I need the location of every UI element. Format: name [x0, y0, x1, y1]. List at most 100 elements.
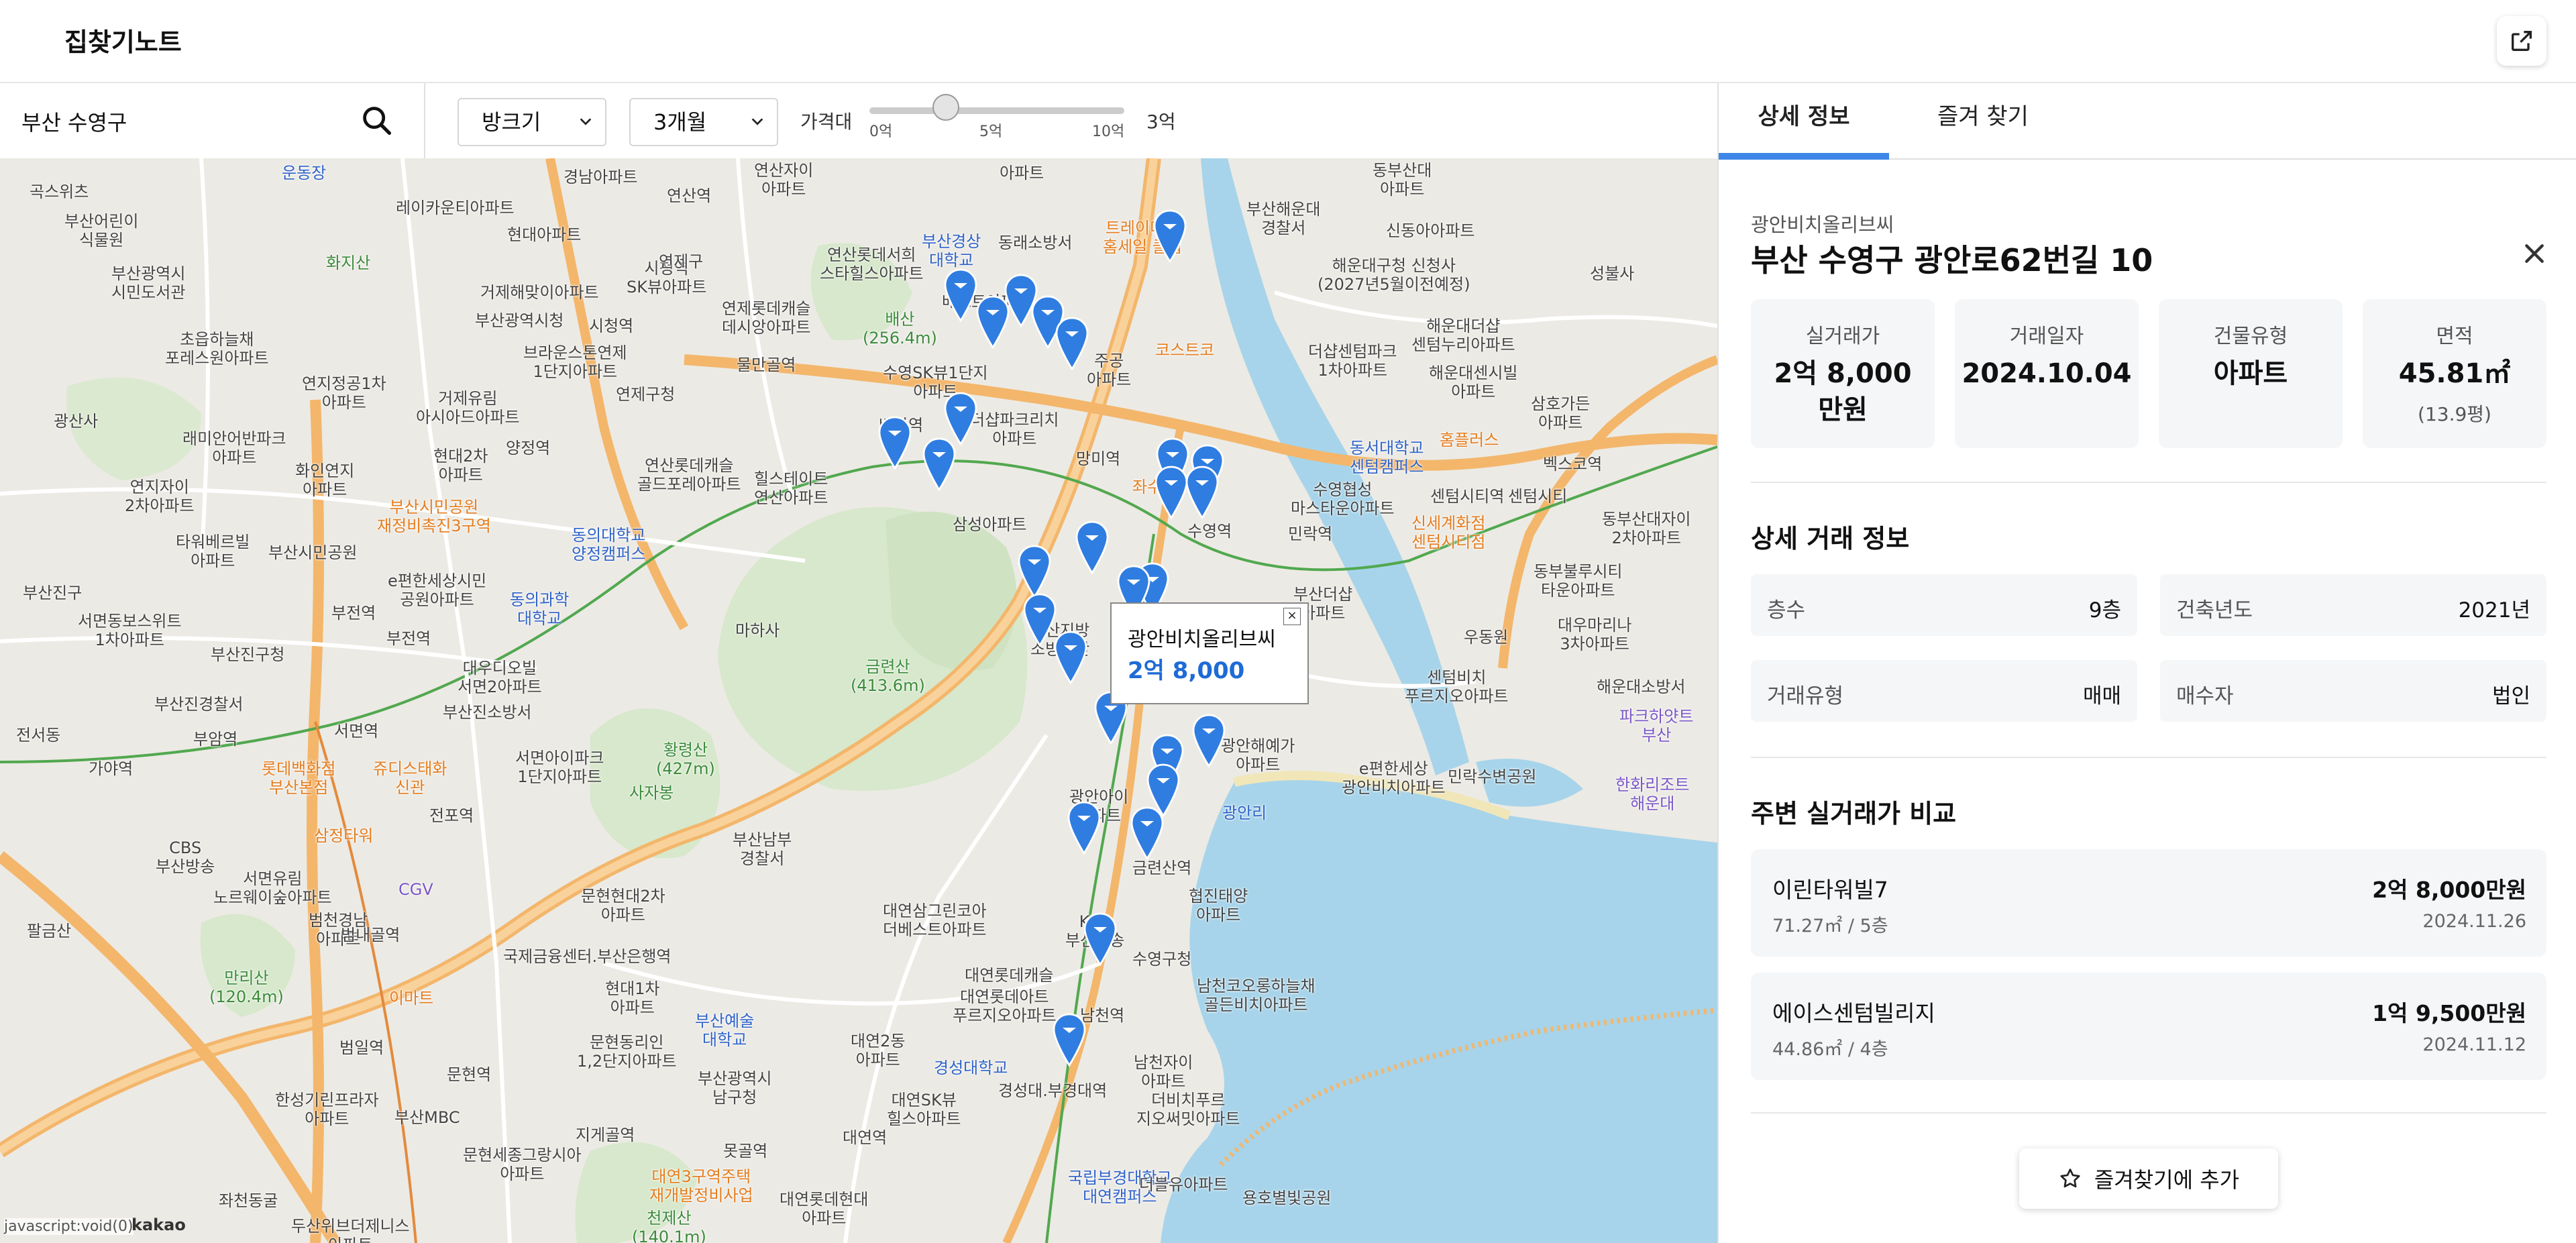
section-divider — [1751, 482, 2546, 483]
map-place-label: 레이카운티아파트 — [396, 199, 515, 217]
map-place-label: 서면유림 노르웨이숲아파트 — [213, 869, 332, 907]
detail-trade-type: 거래유형 매매 — [1751, 660, 2137, 722]
map-place-label: 부산시민공원 — [268, 543, 358, 562]
map-pin-icon[interactable] — [943, 268, 978, 322]
section-divider — [1751, 757, 2546, 758]
comparison-meta: 71.27㎡ / 5층 — [1772, 916, 1888, 936]
map-pin-icon[interactable] — [975, 295, 1010, 349]
map-info-window[interactable]: 광안비치올리브씨 2억 8,000 × — [1110, 602, 1309, 704]
comparison-date: 2024.11.26 — [2422, 911, 2526, 932]
map-place-label: e편한세상시민 공원아파트 — [388, 572, 487, 609]
info-window-close-button[interactable]: × — [1283, 608, 1301, 625]
map-pin-icon[interactable] — [1017, 545, 1052, 598]
map-place-label: 부암역 — [193, 730, 238, 749]
map-place-label: 경성대학교 — [934, 1059, 1008, 1077]
detail-panel: 상세 정보 즐겨 찾기 광안비치올리브씨 부산 수영구 광안로62번길 10 실… — [1717, 83, 2576, 1243]
map-place-label: 센텀시티역 — [1430, 487, 1505, 506]
map-place-label: 대연역 — [843, 1128, 888, 1147]
comparison-date: 2024.11.12 — [2422, 1034, 2526, 1055]
map-place-label: 연산자이 아파트 — [754, 161, 814, 199]
map-place-label: 물만골역 — [737, 356, 796, 374]
map-pin-icon[interactable] — [1055, 317, 1089, 370]
map-place-label: 부산어린이 식물원 — [64, 212, 139, 250]
property-name: 광안비치올리브씨 — [1751, 213, 1894, 236]
add-favorite-label: 즐겨찾기에 추가 — [2094, 1167, 2240, 1193]
map-pin-icon[interactable] — [1152, 209, 1187, 263]
stat-label: 거래일자 — [2009, 325, 2084, 348]
map-place-label: 해운대구청 신청사 (2027년5월이전예정) — [1318, 256, 1470, 294]
map-pin-icon[interactable] — [1191, 714, 1226, 767]
stat-card-price: 실거래가 2억 8,000 만원 — [1751, 299, 1935, 448]
map-place-label: 홈플러스 — [1440, 431, 1499, 449]
price-slider-track[interactable] — [869, 107, 1124, 114]
map-place-label: 부산예술 대학교 — [695, 1012, 755, 1049]
comparison-price: 2억 8,000만원 — [2372, 877, 2526, 903]
map-place-label: CGV — [398, 880, 433, 899]
map-place-label: 힐스테이트 연산아파트 — [754, 470, 828, 507]
tab-favorites[interactable]: 즐겨 찾기 — [1904, 83, 2062, 157]
map-place-label: 거제해맞이아파트 — [480, 283, 599, 302]
map-place-label: 연지정공1차 아파트 — [302, 374, 386, 412]
room-size-select[interactable]: 방크기 — [458, 98, 606, 146]
comparison-card[interactable]: 에이스센텀빌리지 44.86㎡ / 4층 1억 9,500만원 2024.11.… — [1751, 973, 2546, 1080]
map-pin-icon[interactable] — [1067, 801, 1102, 855]
map-place-label: 경남아파트 — [564, 168, 638, 186]
map-place-label: 두산위브더제니스 아파트 — [291, 1217, 410, 1243]
detail-value: 9층 — [2088, 598, 2121, 623]
map-pin-icon[interactable] — [1053, 631, 1088, 684]
app-title: 집찾기노트 — [64, 28, 182, 57]
map-place-label: 이마트 — [389, 989, 434, 1008]
search-icon[interactable] — [360, 103, 394, 138]
map-pin-icon[interactable] — [1185, 466, 1220, 519]
detail-key: 거래유형 — [1767, 684, 1844, 708]
map-place-label: 배산 (256.4m) — [863, 310, 937, 347]
map-place-label: 부산광역시 시민도서관 — [111, 264, 186, 302]
share-button[interactable] — [2497, 16, 2546, 66]
map-place-label: 동의과학 대학교 — [510, 590, 570, 628]
map-place-label: 부산광역시청 — [475, 311, 564, 330]
app-header: 집찾기노트 — [0, 0, 2576, 83]
price-slider-thumb[interactable] — [932, 94, 959, 121]
close-icon[interactable] — [2521, 240, 2548, 267]
map-pin-icon[interactable] — [1154, 466, 1189, 519]
search-input[interactable] — [20, 102, 345, 141]
map-place-label: 남천코오롱하늘채 골든비치아파트 — [1197, 977, 1316, 1014]
map-pin-icon[interactable] — [877, 416, 912, 470]
map-place-label: 대연3구역주택 재개발정비사업 — [649, 1167, 753, 1205]
map-place-label: 천제산 (140.1m) — [632, 1209, 706, 1243]
map-pin-icon[interactable] — [1130, 806, 1165, 860]
comparison-meta: 44.86㎡ / 4층 — [1772, 1039, 1888, 1060]
compare-section-title: 주변 실거래가 비교 — [1751, 799, 1957, 828]
comparison-card[interactable]: 이린타워빌7 71.27㎡ / 5층 2억 8,000만원 2024.11.26 — [1751, 849, 2546, 957]
map-place-label: 마하사 — [735, 621, 780, 640]
tab-detail[interactable]: 상세 정보 — [1719, 83, 1889, 157]
detail-key: 건축년도 — [2176, 598, 2253, 623]
period-select[interactable]: 3개월 — [629, 98, 778, 146]
detail-buyer: 매수자 법인 — [2160, 660, 2546, 722]
map-place-label: 동부불루시티 타운아파트 — [1534, 562, 1623, 600]
map-pin-icon[interactable] — [922, 437, 957, 491]
map-place-label: 대연롯데현대 아파트 — [780, 1190, 869, 1228]
map-pin-icon[interactable] — [1083, 912, 1118, 966]
chevron-down-icon — [580, 118, 592, 125]
map-place-label: 서면아이파크 1단지아파트 — [515, 749, 604, 786]
map-pin-icon[interactable] — [1075, 521, 1110, 574]
map-place-label: 센텀비치 푸르지오아파트 — [1405, 668, 1509, 706]
map-place-label: 부산시민공원 재정비촉진3구역 — [377, 498, 491, 535]
map-place-label: 더샵센텀파크 1차아파트 — [1308, 342, 1397, 380]
map-view[interactable]: 운동장 경남아파트 연산자이 아파트 아파트 동부산대 아파트 곡스위츠 연산역 레이카운티아… — [0, 158, 1717, 1243]
detail-value: 매매 — [2082, 684, 2121, 708]
add-favorite-button[interactable]: 즐겨찾기에 추가 — [2019, 1148, 2278, 1209]
kakao-logo: kakao — [131, 1215, 186, 1234]
map-pin-icon[interactable] — [1052, 1013, 1087, 1067]
map-pin-icon[interactable] — [1022, 593, 1057, 647]
map-place-label: 대연롯데캐슬 — [965, 966, 1054, 985]
map-place-label: 민락수변공원 — [1448, 767, 1537, 786]
map-place-label: 문현세종그랑시아 아파트 — [463, 1146, 582, 1183]
map-place-label: 거제유림 아시아드아파트 — [416, 389, 520, 427]
map-place-label: 현대1차 아파트 — [605, 979, 660, 1017]
map-place-label: 협진태양 아파트 — [1189, 887, 1248, 924]
section-divider — [1751, 1112, 2546, 1114]
map-place-label: 신동아아파트 — [1386, 221, 1475, 240]
map-place-label: 대연롯데아트 푸르지오아파트 — [953, 987, 1057, 1025]
